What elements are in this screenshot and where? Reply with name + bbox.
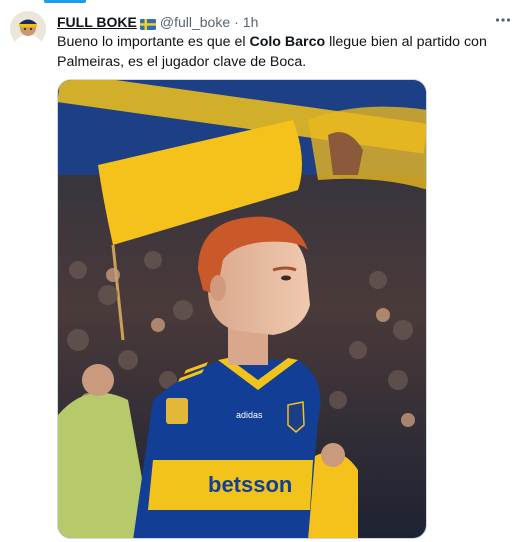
timestamp[interactable]: 1h xyxy=(243,14,259,30)
avatar-image xyxy=(10,11,46,47)
avatar[interactable] xyxy=(10,11,46,47)
tweet-text-part1: Bueno lo importante es que el xyxy=(57,34,250,50)
more-button[interactable] xyxy=(493,10,513,30)
tweet[interactable]: FULL BOKE @full_boke · 1h Bueno lo impor… xyxy=(0,0,523,542)
tweet-header: FULL BOKE @full_boke · 1h xyxy=(57,12,483,32)
author-name[interactable]: FULL BOKE xyxy=(57,14,137,30)
sweden-flag-icon xyxy=(139,17,156,30)
shirt-brand: adidas xyxy=(236,410,263,420)
tweet-text: Bueno lo importante es que el Colo Barco… xyxy=(57,32,497,72)
separator-dot: · xyxy=(234,14,239,30)
player-photo: betsson adidas xyxy=(58,80,426,538)
tweet-text-bold: Colo Barco xyxy=(249,34,326,50)
more-horizontal-icon xyxy=(495,18,511,22)
tweet-media-photo[interactable]: betsson adidas xyxy=(57,79,427,539)
author-handle[interactable]: @full_boke xyxy=(160,14,230,30)
shirt-sponsor: betsson xyxy=(208,472,292,497)
